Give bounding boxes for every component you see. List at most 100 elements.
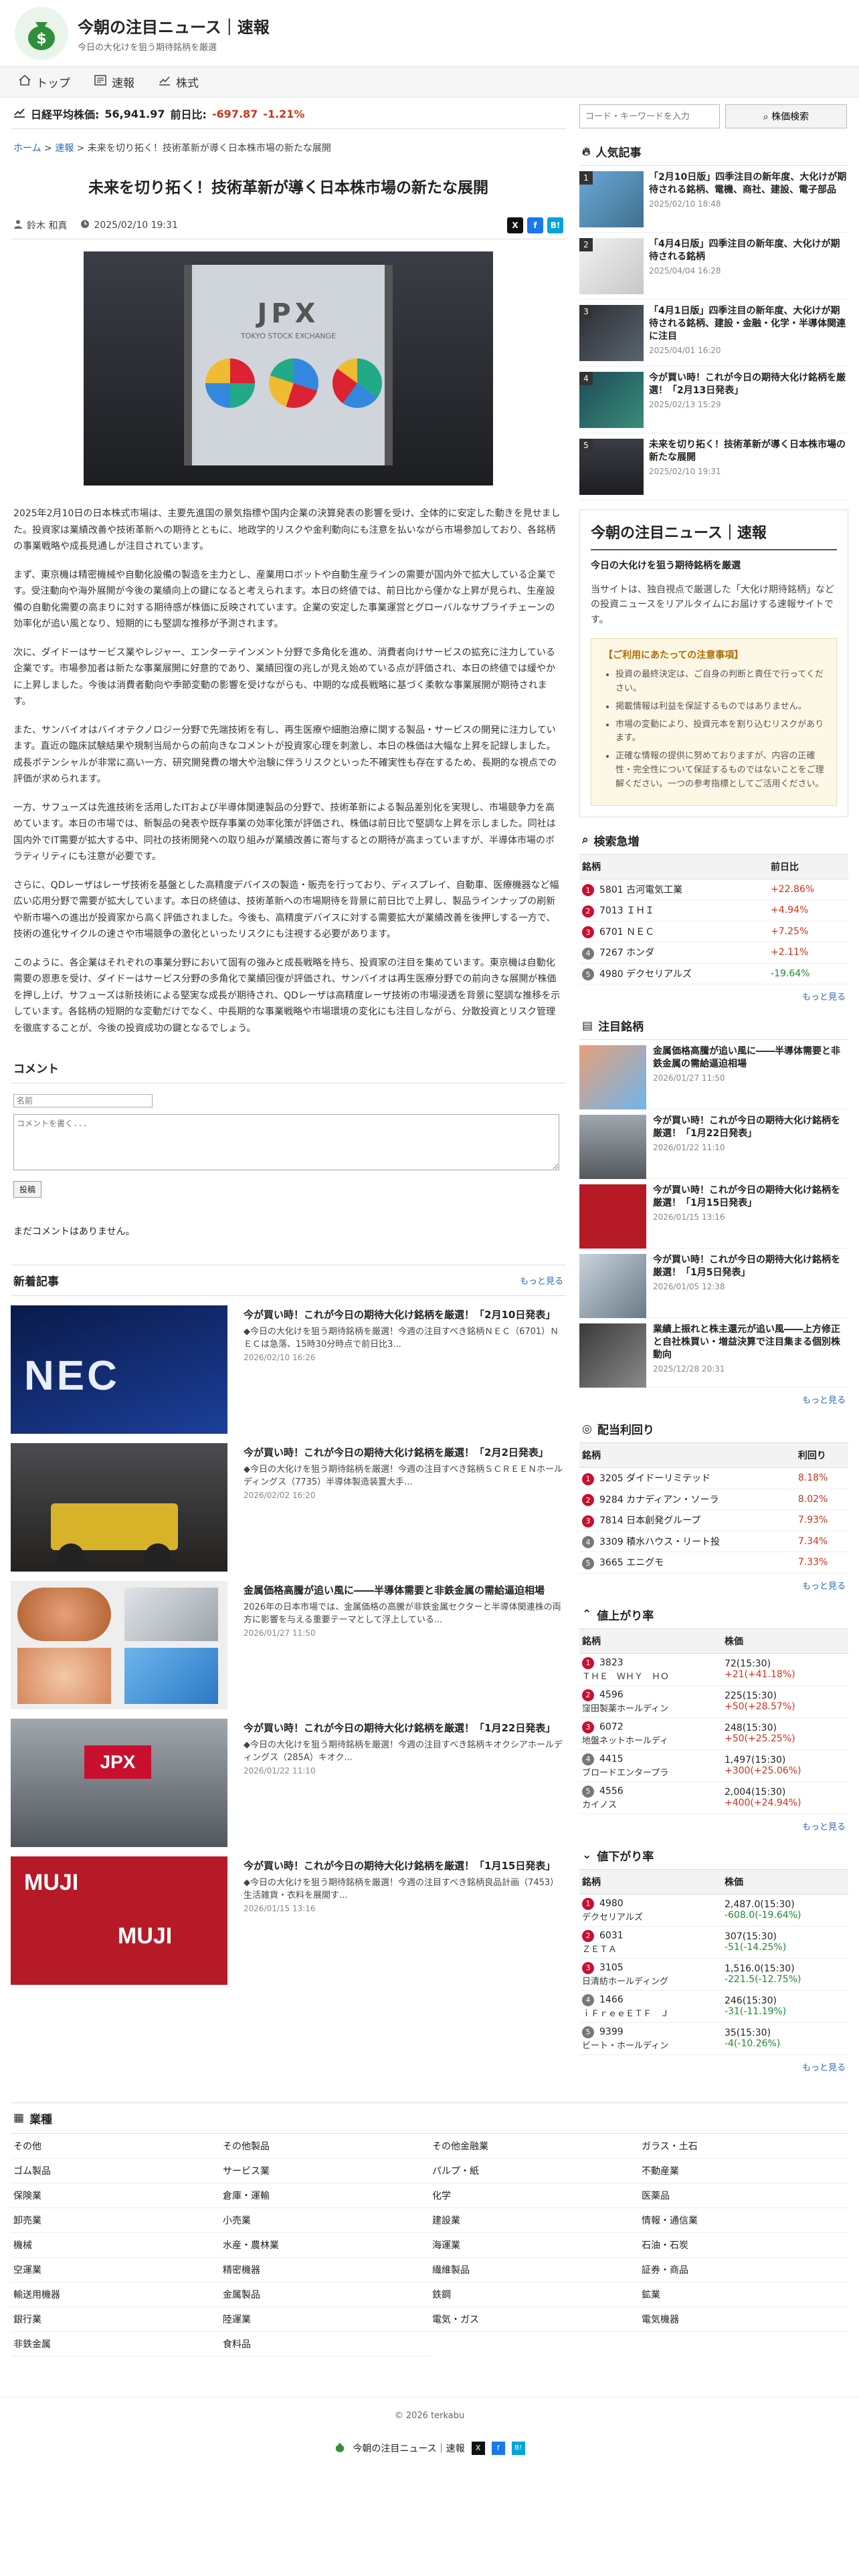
industry-item[interactable]: その他 [11, 2134, 220, 2159]
loser-row[interactable]: 4 1466 ｉＦｒｅｅＥＴＦ Ｊ 246(15:30) -31(-11.19%) [579, 1990, 848, 2023]
trend-icon [13, 107, 25, 120]
industry-item[interactable]: 輸送用機器 [11, 2282, 220, 2307]
attention-item[interactable]: 今が買い時！これが今日の期待大化け銘柄を厳選！「1月22日発表」 2026/01/… [579, 1109, 848, 1180]
nav-news[interactable]: 速報 [94, 74, 134, 90]
breadcrumb-home[interactable]: ホーム [13, 143, 41, 154]
industry-item[interactable]: 機械 [11, 2233, 220, 2258]
attention-item[interactable]: 業績上振れと株主還元が追い風――上方修正と自社株買い・増益決算で注目集まる個別株… [579, 1318, 848, 1388]
stock-search-button[interactable]: ⌕ 株価検索 [725, 104, 847, 128]
news-item[interactable]: MUJI MUJI 今が買い時！これが今日の期待大化け銘柄を厳選！「1月15日発… [11, 1856, 566, 1985]
dividend-yield: ◎ 配当利回り 銘柄 利回り 1 3205 ダイドーリミテッド 8.18% 2 9284 … [579, 1415, 848, 1597]
surge-row[interactable]: 4 7267 ホンダ +2.11% [579, 942, 848, 964]
popular-item[interactable]: 1 「2月10日版」四季注目の新年度、大化けが期待される銘柄、電機、商社、建設、… [579, 166, 848, 233]
news-item[interactable]: 金属価格高騰が追い風に――半導体需要と非鉄金属の需給逼迫相場 2026年の日本市… [11, 1581, 566, 1709]
gainer-row[interactable]: 5 4556 カイノス 2,004(15:30) +400(+24.94%) [579, 1782, 848, 1814]
industry-item[interactable]: 電気機器 [639, 2307, 848, 2332]
industry-item[interactable]: その他製品 [220, 2134, 430, 2159]
footer-brand[interactable]: 今朝の注目ニュース｜速報 [353, 2442, 464, 2455]
gainer-row[interactable]: 1 3823 ＴＨＥ ＷＨＹ ＨＯ 72(15:30) +21(+41.18%) [579, 1653, 848, 1686]
industry-item[interactable]: 石油・石炭 [639, 2233, 848, 2258]
site-title[interactable]: 今朝の注目ニュース｜速報 [78, 14, 270, 37]
industry-item[interactable]: 非鉄金属 [11, 2332, 220, 2357]
dividend-more-link[interactable]: もっと見る [579, 1574, 848, 1597]
industry-item[interactable]: 電気・ガス [430, 2307, 639, 2332]
popular-articles: 🔥︎ 人気記事 1 「2月10日版」四季注目の新年度、大化けが期待される銘柄、電機… [579, 138, 848, 500]
nav-top[interactable]: トップ [19, 74, 70, 90]
facebook-share-icon[interactable]: f [527, 217, 543, 233]
dividend-row[interactable]: 5 3665 エニグモ 7.33% [579, 1551, 848, 1574]
attention-more-link[interactable]: もっと見る [579, 1388, 848, 1411]
industry-item[interactable]: 陸運業 [220, 2307, 430, 2332]
loser-row[interactable]: 1 4980 デクセリアルズ 2,487.0(15:30) -608.0(-19.64%… [579, 1894, 848, 1927]
popular-item[interactable]: 3 「4月1日版」四季注目の新年度、大化けが期待される銘柄、建設・金融・化学・半… [579, 300, 848, 366]
industry-item[interactable]: その他金融業 [430, 2134, 639, 2159]
surge-row[interactable]: 5 4980 デクセリアルズ -19.64% [579, 963, 848, 985]
dividend-row[interactable]: 1 3205 ダイドーリミテッド 8.18% [579, 1467, 848, 1489]
gainer-row[interactable]: 2 4596 窪田製薬ホールディン 225(15:30) +50(+28.57%) [579, 1685, 848, 1718]
newspaper-icon [94, 75, 106, 89]
money-bag-icon[interactable]: $ [15, 6, 68, 60]
industry-item[interactable]: 鉄鋼 [430, 2282, 639, 2307]
industry-item[interactable]: 鉱業 [639, 2282, 848, 2307]
industry-item[interactable]: 海運業 [430, 2233, 639, 2258]
comment-body-input[interactable] [13, 1114, 559, 1170]
industry-item[interactable]: 食料品 [220, 2332, 430, 2357]
dividend-row[interactable]: 3 7814 日本創発グループ 7.93% [579, 1509, 848, 1531]
nav-stocks[interactable]: 株式 [159, 74, 199, 90]
industry-item[interactable]: パルプ・紙 [430, 2159, 639, 2183]
loser-row[interactable]: 2 6031 ＺＥＴＡ 307(15:30) -51(-14.25%) [579, 1926, 848, 1959]
industry-item[interactable]: 不動産業 [639, 2159, 848, 2183]
facebook-share-icon[interactable]: f [491, 2441, 505, 2455]
losers-more-link[interactable]: もっと見る [579, 2055, 848, 2078]
comment-name-input[interactable] [13, 1094, 153, 1107]
gainer-row[interactable]: 3 6072 地盤ネットホールディ 248(15:30) +50(+25.25%) [579, 1717, 848, 1750]
footer: © 2026 terkabu 今朝の注目ニュース｜速報 X f B! [0, 2396, 859, 2482]
x-share-icon[interactable]: X [507, 217, 523, 233]
comment-submit-button[interactable]: 投稿 [13, 1181, 42, 1198]
industry-item[interactable]: 銀行業 [11, 2307, 220, 2332]
industry-item[interactable]: 倉庫・運輸 [220, 2183, 430, 2208]
attention-item[interactable]: 今が買い時！これが今日の期待大化け銘柄を厳選！「1月5日発表」 2026/01/0… [579, 1249, 848, 1319]
surge-more-link[interactable]: もっと見る [579, 984, 848, 1008]
industry-item[interactable]: 卸売業 [11, 2208, 220, 2233]
industry-item[interactable]: サービス業 [220, 2159, 430, 2183]
industry-item[interactable]: 証券・商品 [639, 2258, 848, 2282]
popular-item[interactable]: 4 今が買い時！これが今日の期待大化け銘柄を厳選！「2月13日発表」 2025/0… [579, 366, 848, 433]
attention-item[interactable]: 今が買い時！これが今日の期待大化け銘柄を厳選！「1月15日発表」 2026/01/… [579, 1179, 848, 1249]
industry-item[interactable]: 水産・農林業 [220, 2233, 430, 2258]
industry-item[interactable]: 空運業 [11, 2258, 220, 2282]
loser-row[interactable]: 5 9399 ビート・ホールディン 35(15:30) -4(-10.26%) [579, 2022, 848, 2055]
industry-item[interactable]: 小売業 [220, 2208, 430, 2233]
popular-item[interactable]: 5 未来を切り拓く！技術革新が導く日本株市場の新たな展開 2025/02/10 1… [579, 433, 848, 500]
industry-item[interactable]: 保険業 [11, 2183, 220, 2208]
industry-item[interactable]: ゴム製品 [11, 2159, 220, 2183]
news-item[interactable]: JPX 今が買い時！これが今日の期待大化け銘柄を厳選！「1月22日発表」 ◆今日… [11, 1719, 566, 1847]
industry-item[interactable]: 化学 [430, 2183, 639, 2208]
news-item[interactable]: NEC 今が買い時！これが今日の期待大化け銘柄を厳選！「2月10日発表」 ◆今日… [11, 1305, 566, 1434]
gainers-more-link[interactable]: もっと見る [579, 1814, 848, 1838]
new-articles-more-link[interactable]: もっと見る [520, 1274, 563, 1287]
industry-item[interactable]: 金属製品 [220, 2282, 430, 2307]
surge-row[interactable]: 3 6701 ＮＥＣ +7.25% [579, 921, 848, 943]
industry-item[interactable]: 建設業 [430, 2208, 639, 2233]
dividend-row[interactable]: 4 3309 積水ハウス・リート投 7.34% [579, 1531, 848, 1553]
dividend-row[interactable]: 2 9284 カナディアン・ソーラ 8.02% [579, 1489, 848, 1511]
hatena-share-icon[interactable]: B! [511, 2441, 525, 2455]
surge-row[interactable]: 1 5801 古河電気工業 +22.86% [579, 879, 848, 901]
attention-item[interactable]: 金属価格高騰が追い風に――半導体需要と非鉄金属の需給逼迫相場 2026/01/27… [579, 1040, 848, 1110]
surge-row[interactable]: 2 7013 ＩＨＩ +4.94% [579, 899, 848, 922]
loser-row[interactable]: 3 3105 日清紡ホールディング 1,516.0(15:30) -221.5(-12.… [579, 1958, 848, 1991]
stock-search-input[interactable] [579, 104, 720, 128]
x-share-icon[interactable]: X [471, 2441, 485, 2455]
breadcrumb-category[interactable]: 速報 [55, 143, 74, 154]
industry-item[interactable]: 精密機器 [220, 2258, 430, 2282]
article-author[interactable]: 鈴木 和真 [27, 219, 67, 232]
industry-item[interactable]: ガラス・土石 [639, 2134, 848, 2159]
industry-item[interactable]: 繊維製品 [430, 2258, 639, 2282]
gainer-row[interactable]: 4 4415 ブロードエンタープラ 1,497(15:30) +300(+25.06%) [579, 1749, 848, 1782]
hatena-share-icon[interactable]: B! [547, 217, 563, 233]
industry-item[interactable]: 医薬品 [639, 2183, 848, 2208]
news-item[interactable]: 今が買い時！これが今日の期待大化け銘柄を厳選！「2月2日発表」 ◆今日の大化けを… [11, 1443, 566, 1572]
popular-item[interactable]: 2 「4月4日版」四季注目の新年度、大化けが期待される銘柄 2025/04/04 … [579, 233, 848, 300]
industry-item[interactable]: 情報・通信業 [639, 2208, 848, 2233]
